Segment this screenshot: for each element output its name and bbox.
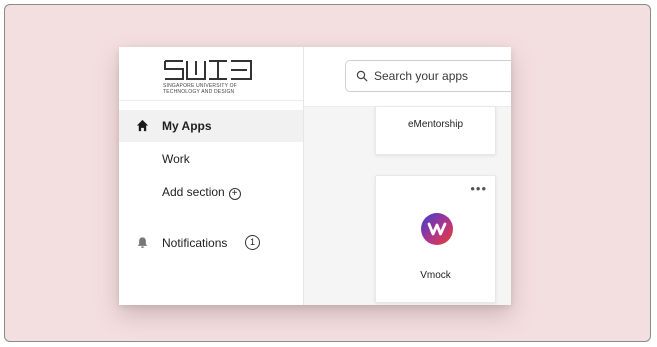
vmock-logo <box>421 213 453 245</box>
sidebar: SINGAPORE UNIVERSITY OF TECHNOLOGY AND D… <box>119 47 304 305</box>
app-tile-label: Vmock <box>420 270 451 281</box>
app-tile-ementorship[interactable]: eMentorship <box>375 106 496 155</box>
search-icon <box>356 70 368 82</box>
sidebar-item-work[interactable]: Work <box>119 143 303 175</box>
search-input[interactable]: Search your apps <box>345 60 511 92</box>
app-screenshot: SINGAPORE UNIVERSITY OF TECHNOLOGY AND D… <box>119 47 511 305</box>
sidebar-item-notifications[interactable]: Notifications 1 <box>119 227 303 259</box>
divider <box>119 100 303 101</box>
logo-text: SINGAPORE UNIVERSITY OF TECHNOLOGY AND D… <box>163 83 263 95</box>
app-tile-vmock[interactable]: ••• Vmock <box>375 175 496 303</box>
more-icon[interactable]: ••• <box>470 182 487 195</box>
sutd-logo[interactable]: SINGAPORE UNIVERSITY OF TECHNOLOGY AND D… <box>163 57 255 97</box>
bell-icon <box>137 237 148 248</box>
sutd-logo-mark <box>164 60 252 80</box>
app-tile-label: eMentorship <box>407 119 464 130</box>
home-icon <box>136 119 149 132</box>
sidebar-item-label: Work <box>162 152 190 166</box>
logo-line-2: TECHNOLOGY AND DESIGN <box>163 88 235 95</box>
sidebar-item-label: My Apps <box>162 119 212 133</box>
add-circle-icon: + <box>228 188 241 200</box>
sidebar-item-label: Add section <box>162 185 225 199</box>
sidebar-item-my-apps[interactable]: My Apps <box>119 110 303 142</box>
add-section-button[interactable]: Add section + <box>162 185 241 200</box>
sidebar-item-add-section[interactable]: Add section + <box>119 176 303 208</box>
header: Search your apps <box>304 47 511 107</box>
slide-frame: SINGAPORE UNIVERSITY OF TECHNOLOGY AND D… <box>4 4 651 342</box>
sidebar-item-label: Notifications <box>162 236 228 250</box>
notification-count-badge: 1 <box>245 235 260 250</box>
search-placeholder: Search your apps <box>374 69 469 83</box>
